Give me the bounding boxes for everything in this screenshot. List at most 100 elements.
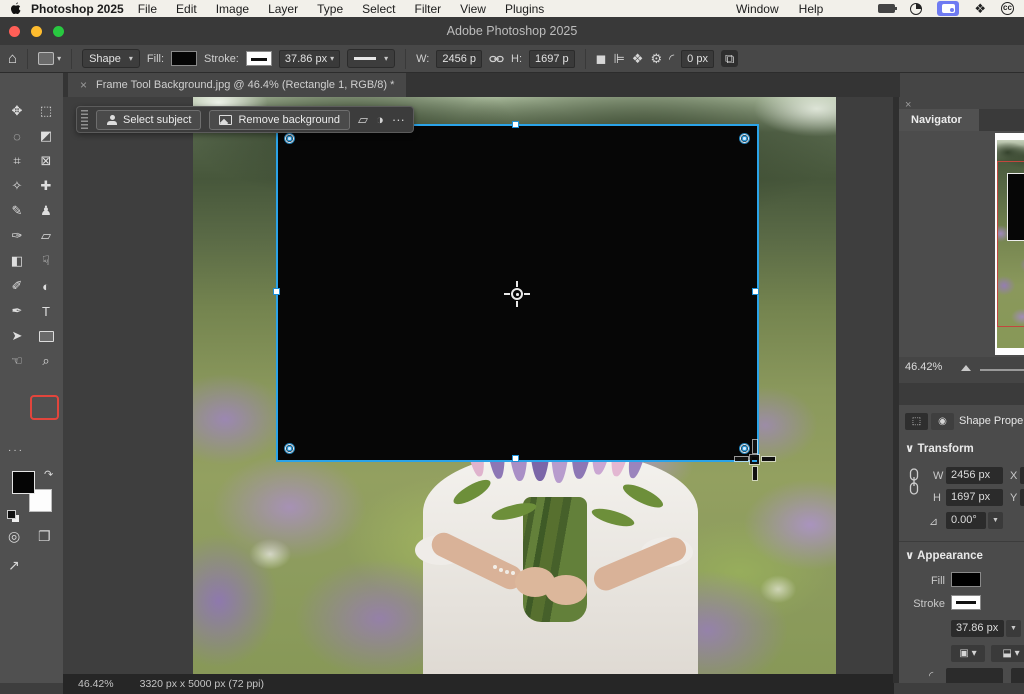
move-tool[interactable]: ✥ — [3, 100, 32, 122]
crop-tool[interactable]: ⌗ — [3, 150, 32, 172]
transform-handle-bottom[interactable] — [512, 455, 519, 462]
tool-preset-picker[interactable]: ▾ — [38, 52, 61, 65]
marquee-tool[interactable]: ⬚ — [32, 100, 61, 122]
app-menu-title[interactable]: Photoshop 2025 — [31, 2, 124, 16]
dodge-tool[interactable]: ◐ — [32, 275, 61, 297]
stroke-caps-dropdown[interactable]: ⬓ ▾ — [991, 645, 1024, 662]
type-tool[interactable]: T — [32, 300, 61, 322]
screen-sharing-icon[interactable] — [937, 1, 959, 16]
stroke-swatch[interactable] — [246, 51, 272, 66]
remove-background-button[interactable]: Remove background — [209, 110, 350, 130]
swap-colors-icon[interactable]: ↷ — [44, 468, 53, 481]
menu-edit[interactable]: Edit — [176, 2, 197, 16]
clone-stamp-tool[interactable]: ♟ — [32, 200, 61, 222]
transform-properties-icon[interactable]: ⬚ — [905, 413, 928, 430]
frame-tool[interactable]: ⊠ — [32, 150, 61, 172]
menu-select[interactable]: Select — [362, 2, 395, 16]
zoom-tool[interactable]: ⌕ — [32, 350, 61, 372]
hand-tool[interactable]: ☜ — [3, 350, 32, 372]
rectangle-tool[interactable] — [32, 325, 61, 347]
menu-layer[interactable]: Layer — [268, 2, 298, 16]
creative-cloud-icon[interactable]: cc — [1001, 2, 1014, 15]
dropbox-icon[interactable]: ❖ — [974, 1, 986, 17]
stroke-align-dropdown[interactable]: ▣ ▾ — [951, 645, 985, 662]
appearance-fill-swatch[interactable] — [951, 572, 981, 587]
share-image-icon[interactable]: ↗ — [8, 557, 20, 574]
angle-dropdown-chevron[interactable]: ▼ — [988, 512, 1003, 529]
foreground-color-swatch[interactable] — [12, 471, 35, 494]
shape-width-field[interactable]: 2456 p — [436, 50, 482, 68]
mixer-brush-tool[interactable]: ✐ — [3, 275, 32, 297]
appearance-section-header[interactable]: ∨ Appearance — [905, 548, 983, 562]
brush-tool[interactable]: ✎ — [3, 200, 32, 222]
corner-radius-handle-bottomleft[interactable] — [285, 444, 294, 453]
default-colors-icon[interactable] — [7, 510, 19, 522]
corner-radius-handle-topleft[interactable] — [285, 134, 294, 143]
path-operations-icon[interactable]: ◼ — [596, 52, 607, 65]
menu-type[interactable]: Type — [317, 2, 343, 16]
pen-tool[interactable]: ✒ — [3, 300, 32, 322]
menu-file[interactable]: File — [138, 2, 157, 16]
quick-mask-icon[interactable]: ◎ — [8, 528, 20, 545]
battery-icon[interactable] — [878, 4, 895, 13]
appearance-stroke-swatch[interactable] — [951, 595, 981, 610]
object-selection-tool[interactable]: ◩ — [32, 125, 61, 147]
rotation-angle-field[interactable]: 0.00° — [946, 512, 986, 529]
close-document-icon[interactable]: × — [80, 78, 87, 92]
masks-properties-icon[interactable]: ◉ — [931, 413, 954, 430]
transform-handle-left[interactable] — [273, 288, 280, 295]
transform-icon[interactable]: ▱ — [358, 112, 368, 128]
screen-mode-icon[interactable]: ❐ — [38, 528, 51, 545]
navigator-zoom-value[interactable]: 46.42% — [905, 361, 942, 373]
shape-settings-gear-icon[interactable]: ⚙ — [650, 52, 662, 65]
y-value-field[interactable] — [1020, 489, 1024, 506]
corner-radius-field-partial[interactable] — [946, 668, 1003, 683]
corner-radius-field[interactable]: 0 px — [681, 50, 714, 68]
link-wh-icon[interactable] — [907, 467, 921, 500]
path-alignment-icon[interactable]: ⊫ — [613, 52, 624, 65]
appearance-stroke-width-field[interactable]: 37.86 px — [951, 620, 1004, 637]
zoom-out-mountain-icon[interactable] — [961, 365, 971, 371]
navigator-zoom-slider[interactable] — [980, 369, 1024, 371]
transform-handle-right[interactable] — [752, 288, 759, 295]
home-icon[interactable]: ⌂ — [8, 50, 17, 67]
path-arrangement-icon[interactable]: ❖ — [632, 52, 644, 65]
apple-menu-icon[interactable] — [10, 2, 21, 15]
stroke-width-field[interactable]: 37.86 px ▾ — [279, 50, 340, 68]
navigator-thumbnail[interactable] — [995, 133, 1024, 355]
status-zoom-level[interactable]: 46.42% — [78, 678, 114, 694]
transform-handle-top[interactable] — [512, 121, 519, 128]
x-value-field[interactable] — [1020, 467, 1024, 484]
lasso-tool[interactable]: ◌ — [3, 125, 32, 147]
select-subject-button[interactable]: Select subject — [96, 110, 201, 130]
shape-center-reference-point[interactable] — [504, 281, 530, 307]
more-options-icon[interactable]: ··· — [392, 112, 405, 127]
link-dimensions-icon[interactable] — [489, 53, 504, 65]
menu-view[interactable]: View — [460, 2, 486, 16]
edit-toolbar-icon[interactable]: ··· — [8, 445, 24, 456]
screen-time-icon[interactable] — [910, 3, 922, 15]
menu-plugins[interactable]: Plugins — [505, 2, 544, 16]
adjustments-icon[interactable]: ◑ — [376, 112, 384, 127]
corner-radius-field-partial-2[interactable] — [1011, 668, 1024, 683]
smudge-tool[interactable]: ☟ — [32, 250, 61, 272]
gradient-tool[interactable]: ◧ — [3, 250, 32, 272]
taskbar-grip-handle[interactable] — [81, 110, 88, 130]
tool-mode-dropdown[interactable]: Shape ▾ — [82, 49, 140, 68]
fill-swatch[interactable] — [171, 51, 197, 66]
toggle-panels-icon[interactable]: ⧉ — [721, 50, 738, 67]
transform-section-header[interactable]: ∨ Transform — [905, 441, 974, 455]
menu-help[interactable]: Help — [799, 2, 824, 16]
width-value-field[interactable]: 2456 px — [946, 467, 1003, 484]
navigator-tab[interactable]: Navigator — [899, 109, 979, 131]
history-brush-tool[interactable]: ✑ — [3, 225, 32, 247]
path-selection-tool[interactable]: ➤ — [3, 325, 32, 347]
stroke-type-dropdown[interactable]: ▾ — [347, 49, 395, 68]
eraser-tool[interactable]: ▱ — [32, 225, 61, 247]
menu-window[interactable]: Window — [736, 2, 779, 16]
shape-height-field[interactable]: 1697 p — [529, 50, 575, 68]
navigator-view-box[interactable] — [997, 161, 1024, 327]
menu-filter[interactable]: Filter — [414, 2, 441, 16]
menu-image[interactable]: Image — [216, 2, 249, 16]
healing-brush-tool[interactable]: ✚ — [32, 175, 61, 197]
